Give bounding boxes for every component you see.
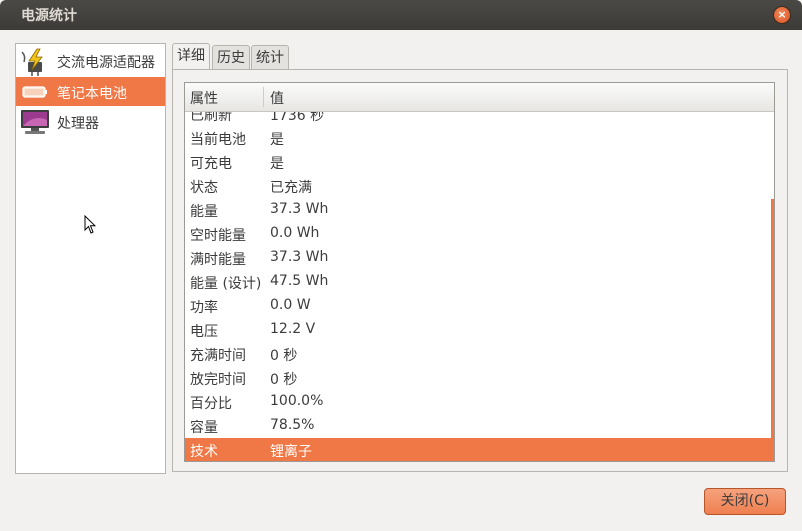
row-key: 状态 [190, 180, 218, 196]
table-row[interactable]: 能量 37.3 Wh [185, 198, 774, 222]
row-value: 78.5% [270, 417, 315, 433]
row-key: 能量 [190, 204, 218, 220]
table-header: 属性 值 [185, 83, 774, 112]
table-rows: 已刷新 1736 秒 当前电池是 可充电是 状态 已充满 能量 37.3 Wh 空时能… [185, 112, 774, 461]
device-item-processor[interactable]: 处理器 [16, 107, 165, 136]
row-key: 容量 [190, 420, 218, 436]
device-list: 交流电源适配器 笔记本电池 处理器 [15, 43, 166, 474]
scrollbar[interactable] [771, 199, 774, 461]
row-key: 电压 [190, 324, 218, 340]
row-key: 充满时间 [190, 348, 246, 364]
row-value: 1736 秒 [270, 112, 325, 124]
table-row[interactable]: 能量 (设计) 47.5 Wh [185, 270, 774, 294]
column-header-property[interactable]: 属性 [190, 88, 218, 108]
row-key: 已刷新 [190, 112, 232, 124]
tab-label: 历史 [217, 50, 245, 66]
row-key: 能量 (设计) [190, 276, 262, 292]
row-key: 功率 [190, 300, 218, 316]
table-row[interactable]: 当前电池 是 [185, 126, 774, 150]
row-key: 满时能量 [190, 252, 246, 268]
table-row[interactable]: 可充电 是 [185, 150, 774, 174]
tab-history[interactable]: 历史 [212, 45, 250, 69]
row-key: 放完时间 [190, 372, 246, 388]
row-value: 是 [270, 132, 284, 148]
row-key: 技术 [190, 444, 218, 460]
processor-icon [20, 109, 50, 135]
battery-icon [20, 79, 50, 105]
table-row[interactable]: 电压 12.2 V [185, 318, 774, 342]
table-row-selected[interactable]: 技术 锂离子 [185, 438, 774, 461]
row-value: 0 秒 [270, 372, 298, 388]
row-value: 是 [270, 156, 284, 172]
tab-label: 统计 [256, 50, 284, 66]
row-value: 0.0 W [270, 297, 311, 313]
tab-details[interactable]: 详细 [172, 43, 210, 69]
row-value: 37.3 Wh [270, 201, 329, 217]
column-separator [263, 87, 264, 107]
device-item-ac-adapter[interactable]: 交流电源适配器 [16, 46, 165, 76]
table-row[interactable]: 功率 0.0 W [185, 294, 774, 318]
row-value: 47.5 Wh [270, 273, 329, 289]
table-row[interactable]: 状态 已充满 [185, 174, 774, 198]
row-key: 百分比 [190, 396, 232, 412]
device-item-battery[interactable]: 笔记本电池 [16, 77, 165, 106]
table-row[interactable]: 空时能量 0.0 Wh [185, 222, 774, 246]
table-row[interactable]: 充满时间 0 秒 [185, 342, 774, 366]
tab-statistics[interactable]: 统计 [251, 45, 289, 69]
table-row[interactable]: 容量 78.5% [185, 414, 774, 438]
table-row[interactable]: 已刷新 1736 秒 [185, 112, 774, 126]
row-value: 0 秒 [270, 348, 298, 364]
row-value: 锂离子 [270, 444, 312, 460]
row-key: 当前电池 [190, 132, 246, 148]
close-button[interactable]: 关闭(C) [704, 488, 786, 515]
row-value: 37.3 Wh [270, 249, 329, 265]
row-value: 100.0% [270, 393, 324, 409]
tab-label: 详细 [177, 48, 205, 64]
mouse-pointer-icon [84, 214, 97, 239]
row-value: 12.2 V [270, 321, 316, 337]
row-value: 0.0 Wh [270, 225, 320, 241]
close-button-label: 关闭(C) [720, 493, 770, 509]
ac-adapter-icon [20, 48, 50, 76]
row-key: 可充电 [190, 156, 232, 172]
details-table[interactable]: 属性 值 已刷新 1736 秒 当前电池是 可充电是 状态 已充满 能量 37.3 W… [184, 82, 775, 462]
column-header-value[interactable]: 值 [270, 88, 284, 108]
table-row[interactable]: 满时能量 37.3 Wh [185, 246, 774, 270]
table-row[interactable]: 百分比 100.0% [185, 390, 774, 414]
device-label: 交流电源适配器 [57, 55, 155, 71]
device-label: 笔记本电池 [57, 86, 127, 102]
table-row[interactable]: 放完时间 0 秒 [185, 366, 774, 390]
device-label: 处理器 [57, 116, 99, 132]
row-key: 空时能量 [190, 228, 246, 244]
row-value: 已充满 [270, 180, 312, 196]
